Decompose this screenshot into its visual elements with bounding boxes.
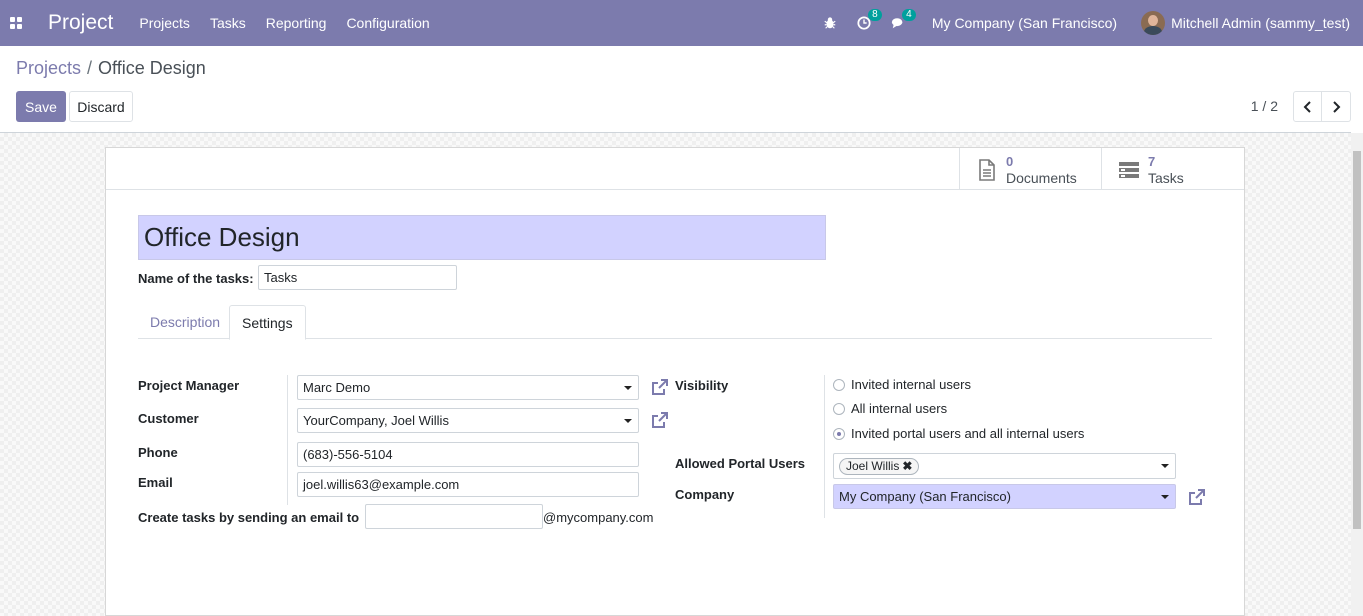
phone-label: Phone	[138, 445, 178, 460]
company-value: My Company (San Francisco)	[839, 489, 1011, 504]
apps-grid-icon[interactable]	[10, 17, 22, 29]
documents-label: Documents	[1006, 170, 1077, 186]
avatar[interactable]	[1141, 11, 1166, 35]
external-link-icon[interactable]	[650, 410, 670, 430]
task-name-input[interactable]: Tasks	[258, 265, 457, 290]
scrollbar[interactable]	[1351, 133, 1363, 616]
visibility-label: Visibility	[675, 378, 729, 393]
file-icon	[979, 159, 995, 181]
portal-user-tag-label: Joel Willis	[846, 459, 900, 473]
scrollbar-thumb[interactable]	[1353, 151, 1361, 529]
radio-button-selected[interactable]	[833, 427, 845, 440]
project-manager-value: Marc Demo	[303, 380, 371, 395]
customer-label: Customer	[138, 411, 199, 426]
right-column-divider	[824, 375, 825, 518]
visibility-option-label: All internal users	[851, 401, 948, 416]
task-name-label: Name of the tasks:	[138, 271, 254, 286]
bug-icon[interactable]	[822, 15, 838, 31]
company-select[interactable]: My Company (San Francisco)	[833, 484, 1176, 509]
project-name-input[interactable]: Office Design	[138, 215, 826, 260]
form-sheet: 0 Documents 7 Tasks Office Design Name o…	[105, 147, 1245, 616]
customer-select[interactable]: YourCompany, Joel Willis	[297, 408, 639, 433]
chevron-right-icon	[1333, 100, 1341, 113]
project-manager-select[interactable]: Marc Demo	[297, 375, 639, 400]
tasks-smart-button[interactable]: 7 Tasks	[1101, 148, 1244, 190]
discard-button[interactable]: Discard	[69, 91, 133, 122]
visibility-option-label: Invited portal users and all internal us…	[851, 426, 1085, 441]
customer-value: YourCompany, Joel Willis	[303, 413, 449, 428]
activity-count-badge: 8	[867, 9, 882, 21]
external-link-icon[interactable]	[650, 377, 670, 397]
portal-users-label: Allowed Portal Users	[675, 456, 806, 471]
email-alias-label: Create tasks by sending an email to	[138, 510, 359, 525]
messages-count-badge: 4	[901, 9, 916, 21]
tab-settings[interactable]: Settings	[229, 305, 306, 340]
app-name[interactable]: Project	[48, 11, 113, 35]
email-alias-domain: @mycompany.com	[543, 510, 654, 525]
menu-reporting[interactable]: Reporting	[266, 15, 327, 31]
email-label: Email	[138, 475, 173, 490]
left-column-divider	[287, 375, 288, 505]
radio-button[interactable]	[833, 378, 845, 391]
email-alias-to: to	[346, 510, 360, 525]
tasks-list-icon	[1119, 162, 1139, 178]
tasks-label: Tasks	[1148, 170, 1184, 186]
pager-value[interactable]: 1 / 2	[1251, 98, 1278, 114]
documents-smart-button[interactable]: 0 Documents	[959, 148, 1101, 190]
visibility-option-label: Invited internal users	[851, 377, 971, 392]
email-alias-input[interactable]	[365, 504, 543, 529]
tasks-count: 7	[1148, 154, 1156, 169]
tab-description[interactable]: Description	[138, 305, 232, 339]
chat-icon[interactable]: 4	[890, 9, 916, 31]
form-tabs: Description Settings	[138, 305, 1212, 340]
close-icon[interactable]: ✖	[902, 459, 912, 473]
clock-icon[interactable]: 8	[856, 9, 882, 31]
pager-next-button[interactable]	[1322, 91, 1351, 122]
external-link-icon[interactable]	[1187, 487, 1207, 507]
menu-configuration[interactable]: Configuration	[346, 15, 429, 31]
menu-tasks[interactable]: Tasks	[210, 15, 246, 31]
caret-down-icon	[624, 419, 632, 423]
company-label: Company	[675, 487, 735, 502]
smart-button-box: 0 Documents 7 Tasks	[106, 148, 1244, 190]
chevron-left-icon	[1303, 100, 1311, 113]
visibility-option-invited-internal[interactable]: Invited internal users	[833, 377, 971, 392]
project-manager-label: Project Manager	[138, 378, 240, 393]
portal-users-select[interactable]: Joel Willis ✖	[833, 453, 1176, 479]
breadcrumb-current: Office Design	[98, 58, 206, 78]
phone-input[interactable]: (683)-556-5104	[297, 442, 639, 467]
menu-projects[interactable]: Projects	[139, 15, 190, 31]
caret-down-icon	[1161, 495, 1169, 499]
radio-button[interactable]	[833, 402, 845, 415]
breadcrumb-projects-link[interactable]: Projects	[16, 58, 81, 78]
email-alias-text: Create tasks by sending an email	[138, 510, 344, 525]
breadcrumb-separator: /	[87, 58, 93, 78]
top-navbar: Project Projects Tasks Reporting Configu…	[0, 0, 1363, 46]
navbar-systray: 8 4 My Company (San Francisco) Mitchell …	[822, 0, 1363, 46]
portal-user-tag: Joel Willis ✖	[839, 458, 920, 475]
user-menu[interactable]: Mitchell Admin (sammy_test)	[1171, 15, 1350, 31]
visibility-option-portal[interactable]: Invited portal users and all internal us…	[833, 426, 1084, 441]
caret-down-icon	[624, 386, 632, 390]
company-switcher[interactable]: My Company (San Francisco)	[932, 15, 1117, 31]
visibility-option-all-internal[interactable]: All internal users	[833, 401, 947, 416]
breadcrumb: Projects / Office Design	[16, 58, 206, 79]
documents-count: 0	[1006, 154, 1014, 169]
pager-previous-button[interactable]	[1293, 91, 1322, 122]
save-button[interactable]: Save	[16, 91, 66, 122]
caret-down-icon	[1161, 464, 1169, 468]
email-input[interactable]: joel.willis63@example.com	[297, 472, 639, 497]
